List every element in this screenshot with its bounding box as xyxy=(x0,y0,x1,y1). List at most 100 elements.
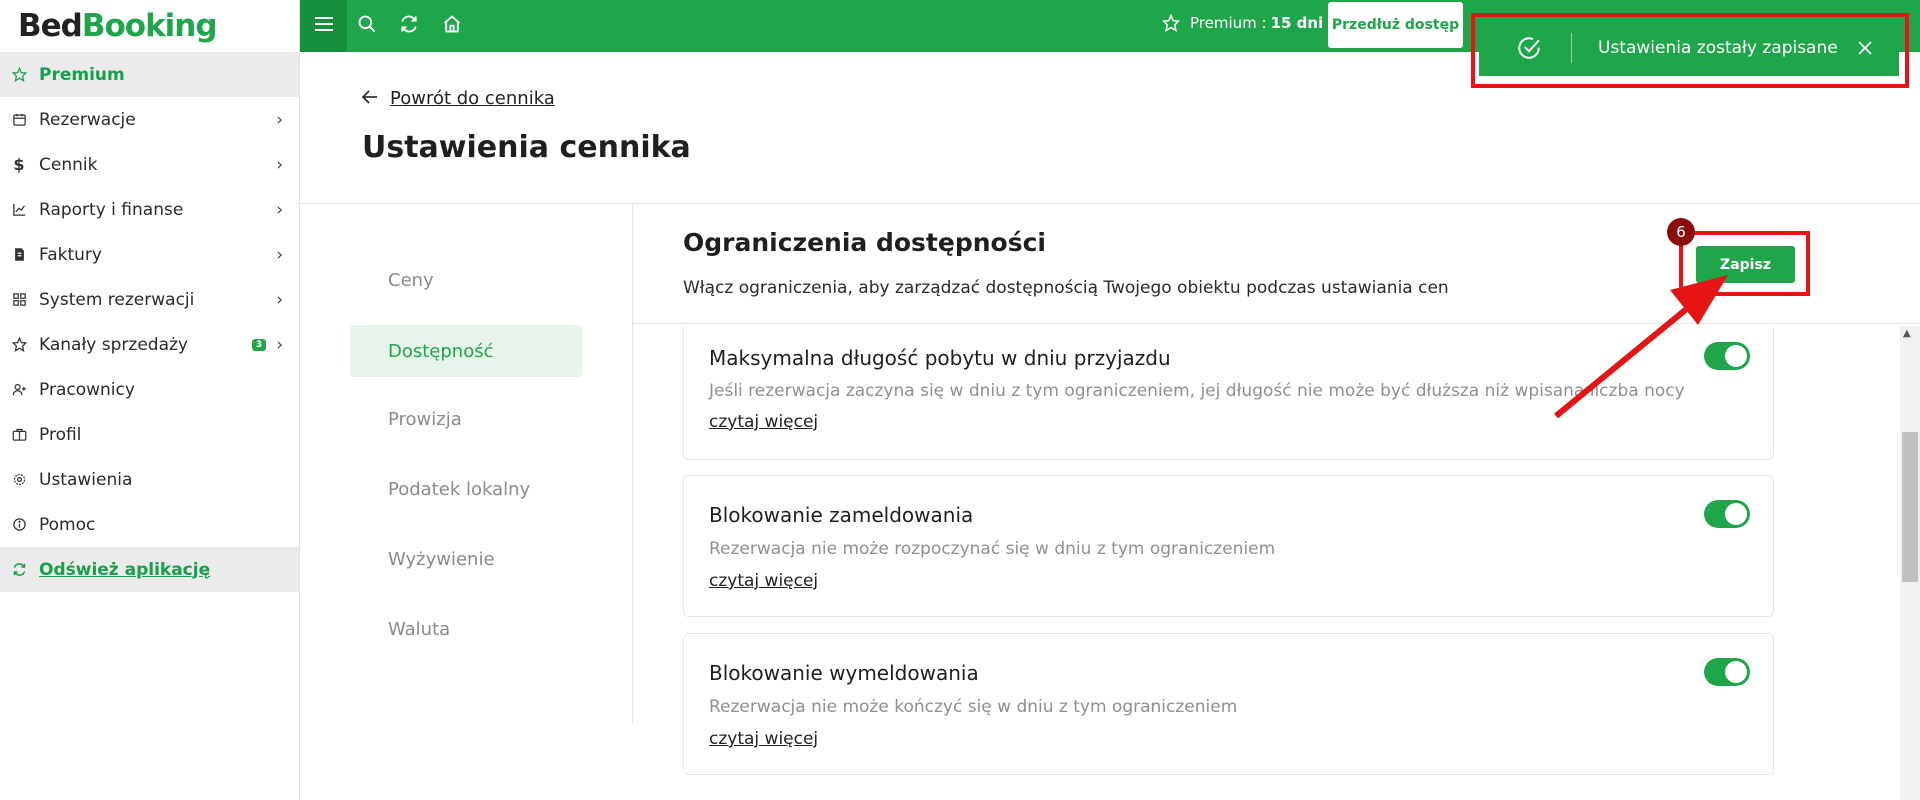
subnav-dostepnosc[interactable]: Dostępność xyxy=(350,325,582,377)
toggle-knob xyxy=(1725,503,1747,525)
info-icon xyxy=(11,517,27,533)
sidebar-item-label: Premium xyxy=(39,64,125,85)
sidebar-item-kanaly-sprzedazy[interactable]: Kanały sprzedaży 3 › xyxy=(0,322,299,367)
restriction-toggle[interactable] xyxy=(1704,658,1750,686)
back-link-label: Powrót do cennika xyxy=(390,88,555,109)
logo[interactable]: Bed Booking xyxy=(0,0,299,52)
refresh-icon xyxy=(11,562,27,578)
card-description: Rezerwacja nie może rozpoczynać się w dn… xyxy=(709,539,1276,559)
chevron-right-icon: › xyxy=(276,289,283,310)
search-button[interactable] xyxy=(353,12,381,40)
grid-icon xyxy=(11,292,27,308)
home-icon xyxy=(442,14,462,38)
sidebar-item-system-rezerwacji[interactable]: System rezerwacji › xyxy=(0,277,299,322)
sidebar-item-label: Raporty i finanse xyxy=(39,199,184,220)
restriction-toggle[interactable] xyxy=(1704,500,1750,528)
read-more-link[interactable]: czytaj więcej xyxy=(709,729,818,749)
refresh-button[interactable] xyxy=(395,12,423,40)
star-icon xyxy=(11,337,27,353)
count-badge: 3 xyxy=(251,338,267,351)
chart-icon xyxy=(11,202,27,218)
user-plus-icon xyxy=(11,382,27,398)
subnav-wyzywienie[interactable]: Wyżywienie xyxy=(350,533,582,585)
close-icon[interactable] xyxy=(1853,36,1877,60)
sidebar-item-profil[interactable]: Profil xyxy=(0,412,299,457)
section-description: Włącz ograniczenia, aby zarządzać dostęp… xyxy=(683,278,1449,298)
success-toast: Ustawienia zostały zapisane xyxy=(1479,20,1899,76)
subnav-waluta[interactable]: Waluta xyxy=(350,603,582,655)
scrollbar-thumb[interactable] xyxy=(1902,432,1918,582)
card-title: Blokowanie zameldowania xyxy=(709,503,974,527)
chevron-right-icon: › xyxy=(276,244,283,265)
sidebar-item-label: Pomoc xyxy=(39,514,96,535)
premium-status[interactable]: Premium : 15 dni xyxy=(1162,14,1323,32)
scroll-up-arrow-icon[interactable]: ▲ xyxy=(1903,328,1911,339)
home-button[interactable] xyxy=(438,12,466,40)
section-divider xyxy=(633,323,1920,324)
sidebar-item-label: Cennik xyxy=(39,154,98,175)
chevron-right-icon: › xyxy=(276,199,283,220)
save-button[interactable]: Zapisz xyxy=(1696,246,1795,283)
sidebar-item-label: Kanały sprzedaży xyxy=(39,334,188,355)
sidebar-nav: Premium Rezerwacje › $ Cennik › Raporty … xyxy=(0,52,299,592)
star-icon xyxy=(11,67,27,83)
menu-toggle-button[interactable] xyxy=(300,0,347,52)
header-divider xyxy=(300,203,1920,204)
arrow-left-icon xyxy=(361,88,378,109)
sidebar-item-rezerwacje[interactable]: Rezerwacje › xyxy=(0,97,299,142)
sidebar-item-odswiez[interactable]: Odśwież aplikację xyxy=(0,547,299,592)
premium-days: 15 dni xyxy=(1270,14,1324,32)
restriction-card: Maksymalna długość pobytu w dniu przyjaz… xyxy=(683,326,1774,460)
toast-message: Ustawienia zostały zapisane xyxy=(1598,38,1838,58)
sidebar-item-label: Rezerwacje xyxy=(39,109,136,130)
logo-text-part1: Bed xyxy=(18,8,83,44)
sidebar-item-premium[interactable]: Premium xyxy=(0,52,299,97)
card-description: Jeśli rezerwacja zaczyna się w dniu z ty… xyxy=(709,381,1685,401)
chevron-right-icon: › xyxy=(276,334,283,355)
sidebar-item-cennik[interactable]: $ Cennik › xyxy=(0,142,299,187)
restriction-card: Blokowanie wymeldowania Rezerwacja nie m… xyxy=(683,633,1774,775)
gear-icon xyxy=(11,472,27,488)
logo-text-part2: Booking xyxy=(81,8,218,44)
sidebar-item-ustawienia[interactable]: Ustawienia xyxy=(0,457,299,502)
sidebar-item-label: Faktury xyxy=(39,244,102,265)
toast-divider xyxy=(1571,33,1572,63)
refresh-icon xyxy=(399,14,419,38)
restriction-card: Blokowanie zameldowania Rezerwacja nie m… xyxy=(683,475,1774,617)
hamburger-icon xyxy=(314,16,333,36)
page-title: Ustawienia cennika xyxy=(362,130,691,165)
sidebar-item-raporty[interactable]: Raporty i finanse › xyxy=(0,187,299,232)
subnav-ceny[interactable]: Ceny xyxy=(350,254,582,306)
premium-label: Premium : xyxy=(1190,14,1267,32)
sidebar-item-faktury[interactable]: Faktury › xyxy=(0,232,299,277)
card-title: Maksymalna długość pobytu w dniu przyjaz… xyxy=(709,346,1171,370)
chevron-right-icon: › xyxy=(276,154,283,175)
restriction-toggle[interactable] xyxy=(1704,342,1750,370)
subnav-divider xyxy=(632,204,633,724)
card-title: Blokowanie wymeldowania xyxy=(709,661,979,685)
toggle-knob xyxy=(1725,661,1747,683)
search-icon xyxy=(357,14,377,38)
back-link[interactable]: Powrót do cennika xyxy=(361,88,555,109)
invoice-icon xyxy=(11,247,27,263)
sidebar: Bed Booking Premium Rezerwacje › $ Cennik… xyxy=(0,0,300,800)
sidebar-item-pomoc[interactable]: Pomoc xyxy=(0,502,299,547)
star-icon xyxy=(1162,14,1180,32)
card-description: Rezerwacja nie może kończyć się w dniu z… xyxy=(709,697,1238,717)
section-title: Ograniczenia dostępności xyxy=(683,228,1046,257)
dollar-icon: $ xyxy=(13,155,25,174)
sidebar-item-label: System rezerwacji xyxy=(39,289,195,310)
calendar-icon xyxy=(11,112,27,128)
read-more-link[interactable]: czytaj więcej xyxy=(709,571,818,591)
sidebar-item-label: Ustawienia xyxy=(39,469,133,490)
briefcase-icon xyxy=(11,427,27,443)
subnav-podatek-lokalny[interactable]: Podatek lokalny xyxy=(350,463,582,515)
sidebar-item-pracownicy[interactable]: Pracownicy xyxy=(0,367,299,412)
toggle-knob xyxy=(1725,345,1747,367)
sidebar-item-label: Profil xyxy=(39,424,82,445)
check-circle-icon xyxy=(1513,32,1545,64)
extend-access-button[interactable]: Przedłuż dostęp xyxy=(1328,2,1463,48)
chevron-right-icon: › xyxy=(276,109,283,130)
subnav-prowizja[interactable]: Prowizja xyxy=(350,393,582,445)
read-more-link[interactable]: czytaj więcej xyxy=(709,412,818,432)
